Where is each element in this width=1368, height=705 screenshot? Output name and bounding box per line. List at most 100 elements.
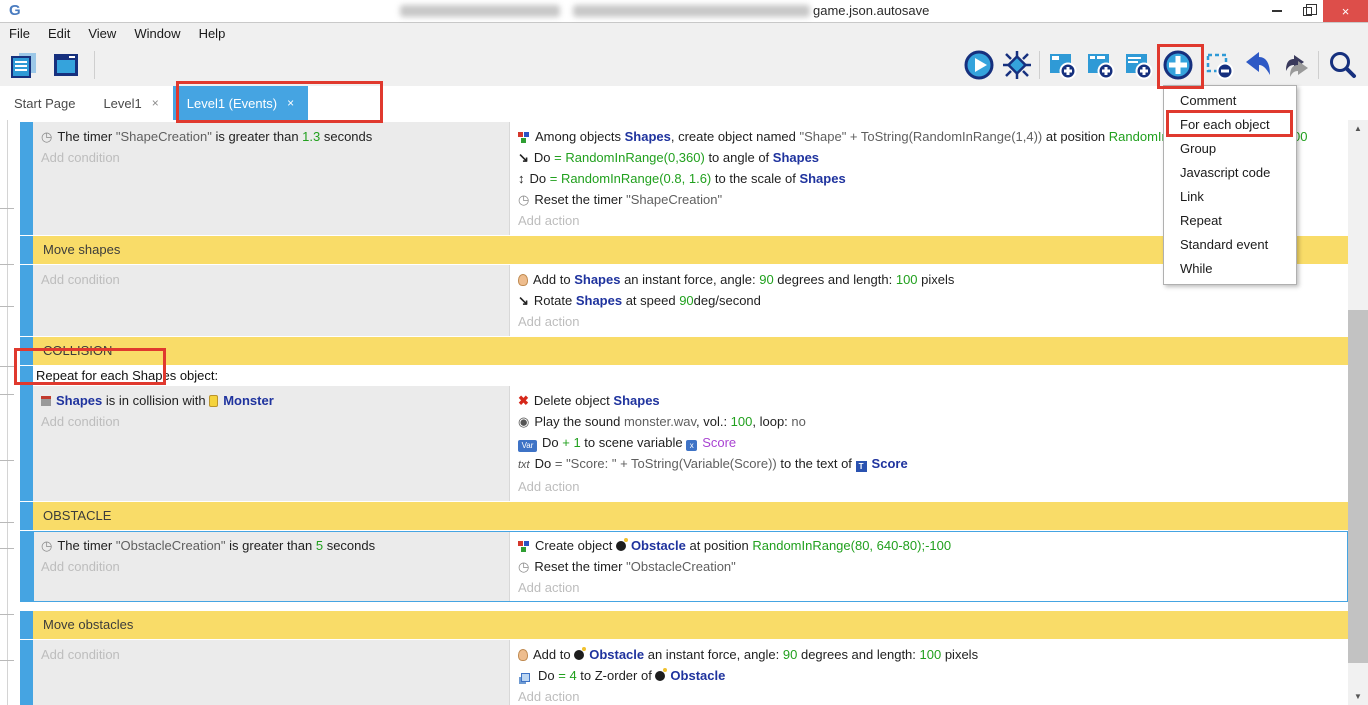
text-segment: an instant force, angle: <box>644 647 783 662</box>
tab-label: Level1 (Events) <box>187 96 277 111</box>
menu-help[interactable]: Help <box>190 23 235 44</box>
vertical-scrollbar[interactable]: ▲ ▼ <box>1348 120 1368 705</box>
add-condition[interactable]: Add condition <box>33 644 509 665</box>
action-line[interactable]: Rotate Shapes at speed 90deg/second <box>510 290 1348 311</box>
comment-row[interactable]: Move shapes <box>20 236 1348 264</box>
tab-close-icon[interactable]: × <box>152 96 159 110</box>
conditions-cell: The timer "ShapeCreation" is greater tha… <box>33 122 510 235</box>
tab-close-icon[interactable]: × <box>287 96 294 110</box>
event-block[interactable]: Add conditionAdd to Shapes an instant fo… <box>20 265 1348 336</box>
cube-icon <box>41 396 51 406</box>
close-button[interactable]: × <box>1323 0 1368 22</box>
text-segment: + 1 <box>562 435 580 450</box>
scrollbar-thumb[interactable] <box>1348 310 1368 663</box>
menu-view[interactable]: View <box>79 23 125 44</box>
menu-item-comment[interactable]: Comment <box>1164 89 1296 113</box>
add-action[interactable]: Add action <box>510 577 1348 598</box>
menu-item-repeat[interactable]: Repeat <box>1164 209 1296 233</box>
minimize-button[interactable] <box>1262 0 1292 22</box>
debug-button[interactable] <box>1001 48 1033 82</box>
add-condition[interactable]: Add condition <box>33 411 509 432</box>
event-content: Add conditionAdd to Shapes an instant fo… <box>33 265 1348 336</box>
comment-row[interactable]: COLLISION <box>20 337 1348 365</box>
undo-button[interactable] <box>1242 48 1274 82</box>
text-segment: deg/second <box>694 293 761 308</box>
text-segment: Add to <box>533 272 574 287</box>
add-special-event-button[interactable] <box>1162 48 1194 82</box>
action-line[interactable]: Delete object Shapes <box>510 390 1348 411</box>
text-segment: to the text of <box>777 456 856 471</box>
scroll-down-arrow-icon[interactable]: ▼ <box>1348 688 1368 705</box>
add-condition[interactable]: Add condition <box>33 556 509 577</box>
menu-item-for-each-object[interactable]: For each object <box>1164 113 1296 137</box>
events-list: The timer "ShapeCreation" is greater tha… <box>20 122 1348 705</box>
text-segment: to Z-order of <box>577 668 656 683</box>
add-action[interactable]: Add action <box>510 686 1348 705</box>
event-block[interactable]: The timer "ObstacleCreation" is greater … <box>20 531 1348 602</box>
foreach-header[interactable]: Repeat for each Shapes object: <box>33 366 1348 386</box>
text-segment: Do <box>534 150 554 165</box>
redo-button[interactable] <box>1280 48 1312 82</box>
text-segment: Shapes <box>613 393 659 408</box>
create-icon <box>518 540 530 552</box>
add-action[interactable]: Add action <box>510 476 1348 497</box>
condition-line[interactable]: The timer "ObstacleCreation" is greater … <box>33 535 509 556</box>
add-comment-button[interactable] <box>1122 48 1154 82</box>
add-condition[interactable]: Add condition <box>33 147 509 168</box>
action-line[interactable]: Do = 4 to Z-order of Obstacle <box>510 665 1348 686</box>
project-manager-button[interactable] <box>8 48 40 82</box>
rotate-icon <box>518 147 529 168</box>
menu-item-group[interactable]: Group <box>1164 137 1296 161</box>
monster-icon <box>209 395 218 407</box>
tab-level1[interactable]: Level1× <box>89 86 172 120</box>
menu-file[interactable]: File <box>0 23 39 44</box>
tab-label: Start Page <box>14 96 75 111</box>
comment-row[interactable]: OBSTACLE <box>20 502 1348 530</box>
menu-window[interactable]: Window <box>125 23 189 44</box>
action-line[interactable]: Reset the timer "ObstacleCreation" <box>510 556 1348 577</box>
text-segment: Shapes <box>799 171 845 186</box>
add-standard-event-button[interactable] <box>1046 48 1078 82</box>
action-line[interactable]: Add to Obstacle an instant force, angle:… <box>510 644 1348 665</box>
event-marker-bar <box>20 122 33 235</box>
search-button[interactable] <box>1327 48 1359 82</box>
text-segment: Monster <box>223 393 274 408</box>
text-segment: to the scale of <box>711 171 799 186</box>
tab-start-page[interactable]: Start Page <box>0 86 89 120</box>
event-row: Add conditionAdd to Obstacle an instant … <box>33 640 1348 705</box>
comment-row[interactable]: Move obstacles <box>20 611 1348 639</box>
foreach-event-block[interactable]: Repeat for each Shapes object: Shapes is … <box>20 366 1348 501</box>
text-segment: seconds <box>323 538 375 553</box>
text-segment: pixels <box>918 272 955 287</box>
tab-level1-events-[interactable]: Level1 (Events) × <box>173 86 308 120</box>
add-action[interactable]: Add action <box>510 311 1348 332</box>
add-sub-event-button[interactable] <box>1084 48 1116 82</box>
text-segment: 100 <box>731 414 753 429</box>
event-block[interactable]: Add conditionAdd to Obstacle an instant … <box>20 640 1348 705</box>
scene-editor-button[interactable] <box>50 48 82 82</box>
menu-item-javascript-code[interactable]: Javascript code <box>1164 161 1296 185</box>
condition-line[interactable]: Shapes is in collision with Monster <box>33 390 509 411</box>
scroll-up-arrow-icon[interactable]: ▲ <box>1348 120 1368 137</box>
text-segment: 100 <box>920 647 942 662</box>
rotate-icon <box>518 290 529 311</box>
action-line[interactable]: Do + 1 to scene variable Score <box>510 432 1348 453</box>
menu-item-link[interactable]: Link <box>1164 185 1296 209</box>
menu-edit[interactable]: Edit <box>39 23 79 44</box>
action-line[interactable]: Play the sound monster.wav, vol.: 100, l… <box>510 411 1348 432</box>
text-segment: Do <box>538 668 558 683</box>
actions-cell: Create object Obstacle at position Rando… <box>510 531 1348 602</box>
actions-cell: Add to Obstacle an instant force, angle:… <box>510 640 1348 705</box>
restore-button[interactable] <box>1292 0 1322 22</box>
event-block[interactable]: The timer "ShapeCreation" is greater tha… <box>20 122 1348 235</box>
action-line[interactable]: Do = "Score: " + ToString(Variable(Score… <box>510 453 1348 476</box>
event-content: The timer "ShapeCreation" is greater tha… <box>33 122 1348 235</box>
condition-line[interactable]: The timer "ShapeCreation" is greater tha… <box>33 126 509 147</box>
play-button[interactable] <box>963 48 995 82</box>
menu-item-standard-event[interactable]: Standard event <box>1164 233 1296 257</box>
add-condition[interactable]: Add condition <box>33 269 509 290</box>
menu-item-while[interactable]: While <box>1164 257 1296 281</box>
action-line[interactable]: Create object Obstacle at position Rando… <box>510 535 1348 556</box>
text-segment: Add to <box>533 647 574 662</box>
deselect-event-button[interactable] <box>1203 48 1235 82</box>
